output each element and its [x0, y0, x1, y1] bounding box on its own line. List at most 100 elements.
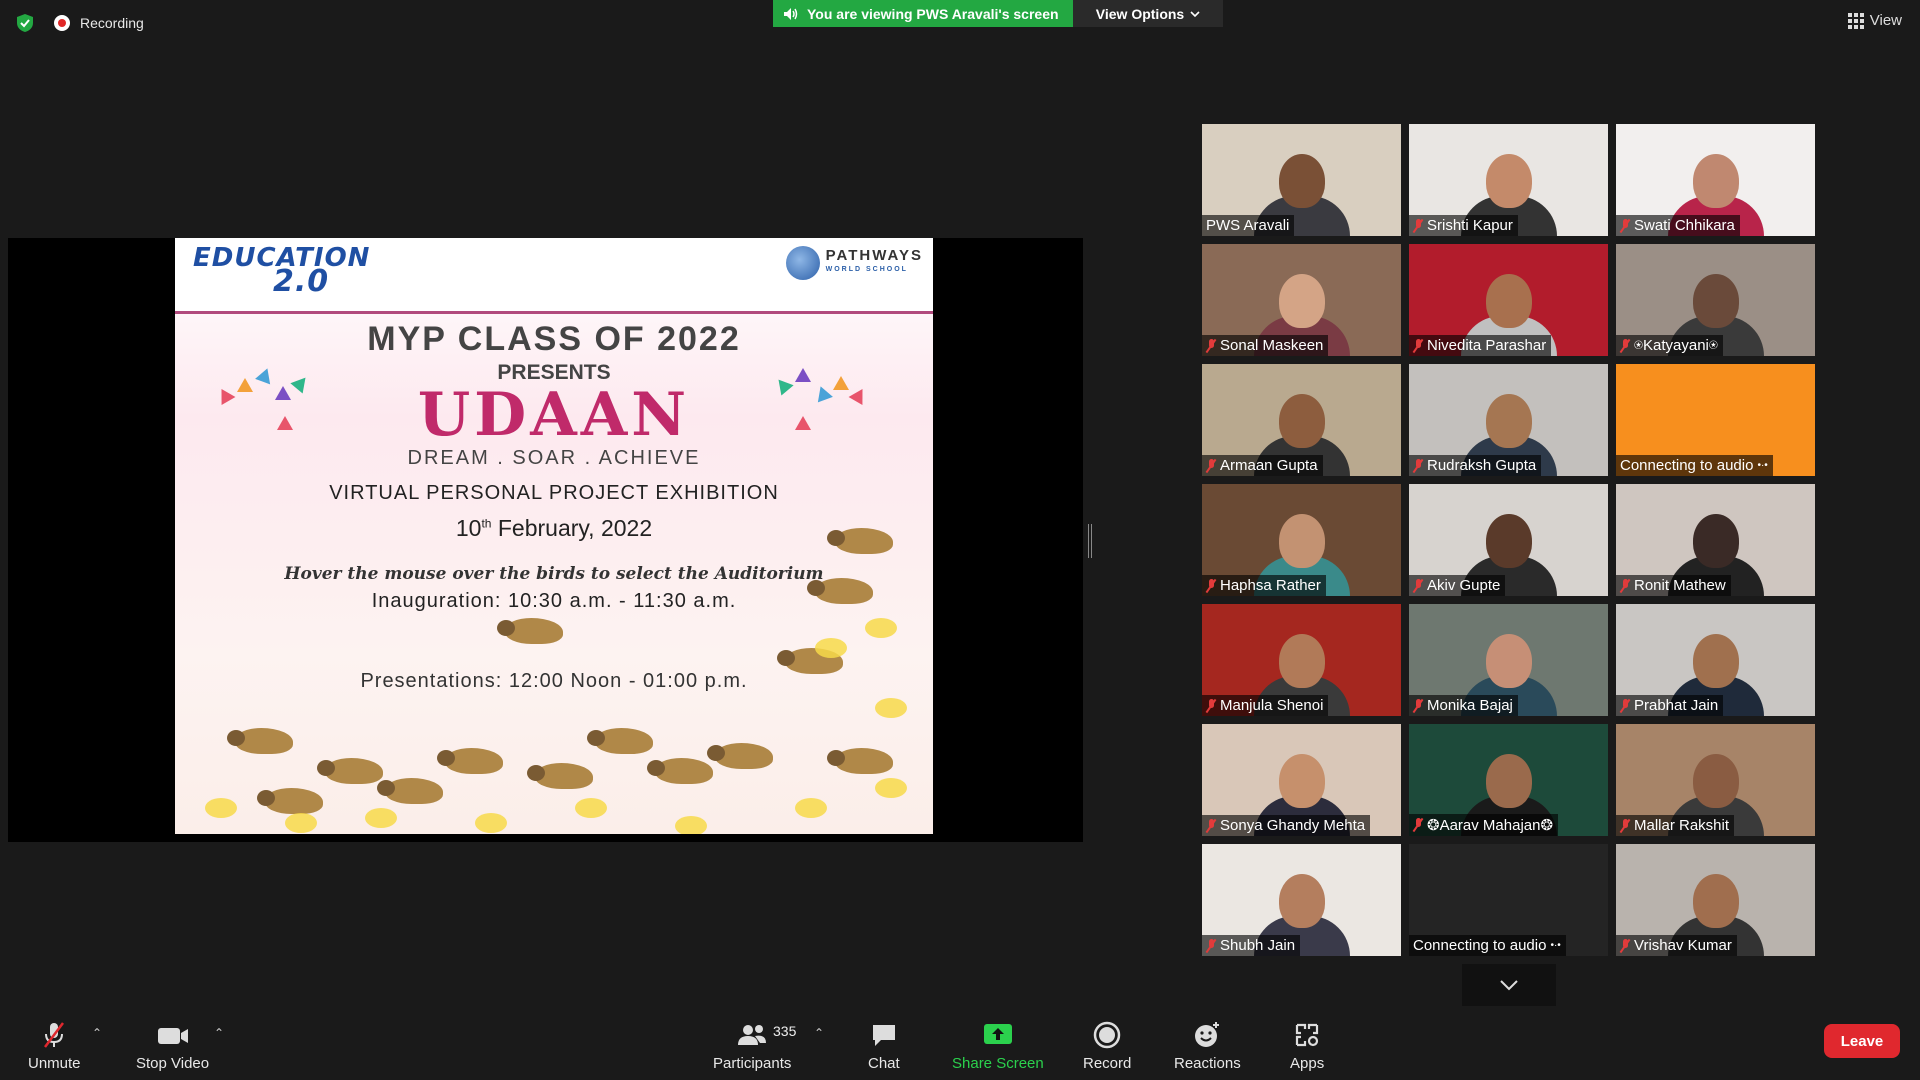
participant-name: Connecting to audio [1620, 457, 1754, 474]
participant-tile[interactable]: PWS Aravali [1202, 124, 1401, 236]
participant-tile[interactable]: ❂Aarav Mahajan❂ [1409, 724, 1608, 836]
video-options-caret[interactable]: ⌃ [214, 1026, 224, 1040]
participant-face [1692, 154, 1739, 208]
participant-tile[interactable]: Vrishav Kumar [1616, 844, 1815, 956]
shared-screen[interactable]: EDUCATION 2.0 PATHWAYS WORLD SCHOOL MYP … [8, 238, 1083, 842]
chat-bubble-icon [872, 1025, 895, 1046]
participant-tile[interactable]: Connecting to audio •·• [1409, 844, 1608, 956]
share-screen-label: Share Screen [952, 1055, 1044, 1072]
participant-tile[interactable]: Akiv Gupte [1409, 484, 1608, 596]
participant-face [1692, 274, 1739, 328]
participants-options-caret[interactable]: ⌃ [814, 1026, 824, 1040]
participant-name: ❂Aarav Mahajan❂ [1427, 817, 1554, 834]
participant-tile[interactable]: Sonal Maskeen [1202, 244, 1401, 356]
microphone-muted-icon [1620, 578, 1630, 593]
resize-handle[interactable] [1088, 524, 1092, 558]
participant-tile[interactable]: Sonya Ghandy Mehta [1202, 724, 1401, 836]
microphone-muted-icon [1620, 698, 1630, 713]
participant-gallery: PWS Aravali Srishti Kapur Swati Chhikara So… [1202, 124, 1815, 956]
participant-tile[interactable]: ⍟Katyayani⍟ [1616, 244, 1815, 356]
connecting-dots-icon: •·• [1550, 940, 1561, 951]
participant-tile[interactable]: Haphsa Rather [1202, 484, 1401, 596]
screen-share-banner: You are viewing PWS Aravali's screen Vie… [773, 0, 1223, 27]
view-options-button[interactable]: View Options [1073, 0, 1223, 27]
participant-tile[interactable]: Monika Bajaj [1409, 604, 1608, 716]
participant-name: Srishti Kapur [1427, 217, 1513, 234]
participant-tile[interactable]: Shubh Jain [1202, 844, 1401, 956]
participant-face [1278, 514, 1325, 568]
participant-face [1485, 634, 1532, 688]
view-options-label: View Options [1095, 5, 1185, 22]
stop-video-button[interactable]: Stop Video [136, 1020, 209, 1072]
origami-bird-right-icon [772, 368, 875, 438]
apps-icon [1295, 1023, 1319, 1047]
participant-tile[interactable]: Armaan Gupta [1202, 364, 1401, 476]
participant-name: Armaan Gupta [1220, 457, 1318, 474]
audio-options-caret[interactable]: ⌃ [92, 1026, 102, 1040]
participant-face [1692, 754, 1739, 808]
participant-face [1278, 634, 1325, 688]
unmute-button[interactable]: Unmute [28, 1020, 81, 1072]
participant-tile[interactable]: Connecting to audio •·• [1616, 364, 1815, 476]
share-screen-button[interactable]: Share Screen [952, 1020, 1044, 1072]
chat-label: Chat [868, 1055, 900, 1072]
security-shield-icon[interactable] [14, 12, 36, 34]
microphone-muted-icon [44, 1022, 65, 1048]
view-button[interactable]: View [1847, 12, 1902, 29]
participant-name: Rudraksh Gupta [1427, 457, 1537, 474]
participant-name-tag: Haphsa Rather [1202, 575, 1326, 596]
participant-name: ⍟Katyayani⍟ [1634, 337, 1718, 354]
record-button[interactable]: Record [1083, 1020, 1131, 1072]
participants-icon [738, 1025, 767, 1045]
participant-tile[interactable]: Ronit Mathew [1616, 484, 1815, 596]
participant-name: Swati Chhikara [1634, 217, 1735, 234]
video-camera-icon [157, 1028, 188, 1044]
microphone-muted-icon [1206, 458, 1216, 473]
gallery-next-page-button[interactable] [1462, 964, 1556, 1006]
pathways-sub: WORLD SCHOOL [825, 266, 908, 273]
participant-name: PWS Aravali [1206, 217, 1290, 234]
participant-tile[interactable]: Mallar Rakshit [1616, 724, 1815, 836]
microphone-muted-icon [1620, 818, 1630, 833]
participant-tile[interactable]: Manjula Shenoi [1202, 604, 1401, 716]
record-label: Record [1083, 1055, 1132, 1072]
participant-face [1278, 154, 1325, 208]
participant-name-tag: Shubh Jain [1202, 935, 1301, 956]
recording-indicator[interactable]: Recording [54, 15, 144, 31]
apps-button[interactable]: Apps [1290, 1020, 1324, 1072]
microphone-muted-icon [1413, 218, 1423, 233]
chat-button[interactable]: Chat [868, 1020, 900, 1072]
participant-name-tag: ❂Aarav Mahajan❂ [1409, 814, 1559, 836]
participant-name-tag: Srishti Kapur [1409, 215, 1518, 236]
participant-tile[interactable]: Nivedita Parashar [1409, 244, 1608, 356]
participant-name: Shubh Jain [1220, 937, 1296, 954]
apps-label: Apps [1290, 1055, 1325, 1072]
participant-name: Prabhat Jain [1634, 697, 1719, 714]
reactions-button[interactable]: Reactions [1174, 1020, 1241, 1072]
participant-name: Sonya Ghandy Mehta [1220, 817, 1366, 834]
participant-tile[interactable]: Srishti Kapur [1409, 124, 1608, 236]
recording-icon [54, 15, 70, 31]
microphone-muted-icon [1206, 338, 1216, 353]
microphone-muted-icon [1413, 578, 1423, 593]
participant-tile[interactable]: Rudraksh Gupta [1409, 364, 1608, 476]
participant-name: Mallar Rakshit [1634, 817, 1730, 834]
participant-name-tag: Rudraksh Gupta [1409, 455, 1542, 476]
share-screen-icon [983, 1024, 1012, 1044]
reactions-label: Reactions [1174, 1055, 1241, 1072]
slide-date-rest: February, 2022 [491, 515, 653, 541]
participant-name-tag: Sonal Maskeen [1202, 335, 1329, 356]
pathways-globe-icon [785, 246, 820, 280]
record-icon [1093, 1021, 1121, 1049]
participants-count: 335 [773, 1023, 797, 1039]
microphone-muted-icon [1413, 338, 1423, 353]
participant-face [1485, 394, 1532, 448]
slide-header: EDUCATION 2.0 PATHWAYS WORLD SCHOOL [175, 238, 933, 314]
participant-tile[interactable]: Swati Chhikara [1616, 124, 1815, 236]
participant-name: Ronit Mathew [1634, 577, 1726, 594]
leave-button[interactable]: Leave [1824, 1024, 1900, 1058]
presentation-slide: EDUCATION 2.0 PATHWAYS WORLD SCHOOL MYP … [175, 238, 933, 834]
participant-tile[interactable]: Prabhat Jain [1616, 604, 1815, 716]
recording-label: Recording [80, 15, 144, 31]
participant-face [1278, 874, 1325, 928]
